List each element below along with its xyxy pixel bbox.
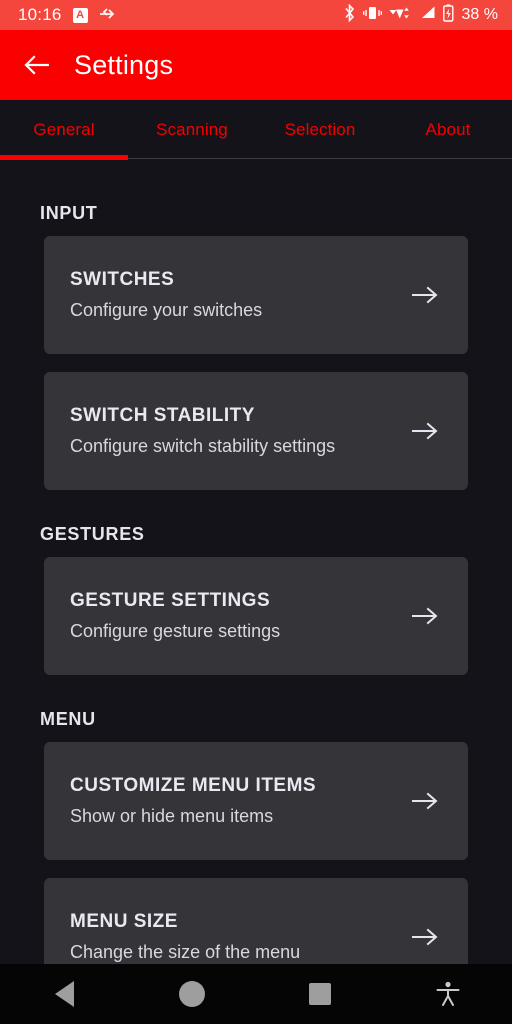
arrow-right-icon[interactable] <box>408 599 442 633</box>
home-circle-icon <box>179 981 205 1007</box>
recents-square-icon <box>309 983 331 1005</box>
status-bar-clock: 10:16 <box>18 5 62 24</box>
setting-subtitle: Configure switch stability settings <box>70 436 336 456</box>
wifi-icon <box>389 5 413 26</box>
setting-row-text: SWITCH STABILITY Configure switch stabil… <box>70 405 408 457</box>
setting-row-customize-menu-items[interactable]: CUSTOMIZE MENU ITEMS Show or hide menu i… <box>44 742 468 860</box>
setting-row-text: CUSTOMIZE MENU ITEMS Show or hide menu i… <box>70 775 408 827</box>
arrow-right-icon[interactable] <box>408 278 442 312</box>
setting-row-text: SWITCHES Configure your switches <box>70 269 408 321</box>
setting-title: SWITCH STABILITY <box>70 405 255 426</box>
tab-about[interactable]: About <box>384 100 512 160</box>
nav-button-accessibility[interactable] <box>384 980 512 1008</box>
battery-percent-label: 38 % <box>461 6 498 23</box>
status-bar-left: 10:16 A <box>18 5 343 25</box>
setting-title: MENU SIZE <box>70 911 178 932</box>
battery-charging-icon <box>442 3 454 27</box>
vibrate-icon <box>362 5 382 26</box>
setting-row-text: MENU SIZE Change the size of the menu <box>70 911 408 963</box>
setting-title: GESTURE SETTINGS <box>70 590 271 611</box>
tab-scanning[interactable]: Scanning <box>128 100 256 160</box>
signal-icon <box>420 5 436 25</box>
setting-row-menu-size[interactable]: MENU SIZE Change the size of the menu <box>44 878 468 964</box>
setting-subtitle: Configure gesture settings <box>70 621 281 641</box>
tab-general[interactable]: General <box>0 100 128 160</box>
arrow-right-icon[interactable] <box>408 784 442 818</box>
tab-active-indicator <box>0 155 128 160</box>
setting-row-switches[interactable]: SWITCHES Configure your switches <box>44 236 468 354</box>
arrow-right-icon[interactable] <box>408 414 442 448</box>
page-title: Settings <box>74 49 174 80</box>
setting-row-text: GESTURE SETTINGS Configure gesture setti… <box>70 590 408 642</box>
section-header-input: INPUT <box>40 203 98 223</box>
settings-list[interactable]: INPUT SWITCHES Configure your switches S… <box>0 161 512 964</box>
nav-button-back[interactable] <box>0 981 128 1007</box>
status-bar-right: 38 % <box>343 3 498 27</box>
tab-bar: General Scanning Selection About <box>0 100 512 160</box>
setting-subtitle: Show or hide menu items <box>70 806 274 826</box>
shortcut-arrow-icon <box>99 6 117 25</box>
setting-subtitle: Change the size of the menu <box>70 942 301 962</box>
nav-button-home[interactable] <box>128 981 256 1007</box>
setting-row-gesture-settings[interactable]: GESTURE SETTINGS Configure gesture setti… <box>44 557 468 675</box>
bluetooth-icon <box>343 3 356 27</box>
phone-screen: 10:16 A 38 % Settings General Scanning S… <box>0 0 512 1024</box>
app-bar: Settings <box>0 30 512 100</box>
setting-title: CUSTOMIZE MENU ITEMS <box>70 775 317 796</box>
setting-title: SWITCHES <box>70 269 175 290</box>
status-bar: 10:16 A 38 % <box>0 0 512 30</box>
app-notification-a-icon: A <box>72 7 88 23</box>
back-arrow-icon[interactable] <box>22 50 52 80</box>
setting-row-switch-stability[interactable]: SWITCH STABILITY Configure switch stabil… <box>44 372 468 490</box>
navigation-bar <box>0 964 512 1024</box>
nav-button-recents[interactable] <box>256 983 384 1005</box>
section-header-menu: MENU <box>40 709 96 729</box>
setting-subtitle: Configure your switches <box>70 300 263 320</box>
accessibility-icon <box>431 980 465 1008</box>
arrow-right-icon[interactable] <box>408 920 442 954</box>
section-header-gestures: GESTURES <box>40 524 145 544</box>
tab-selection[interactable]: Selection <box>256 100 384 160</box>
back-triangle-icon <box>54 981 74 1007</box>
